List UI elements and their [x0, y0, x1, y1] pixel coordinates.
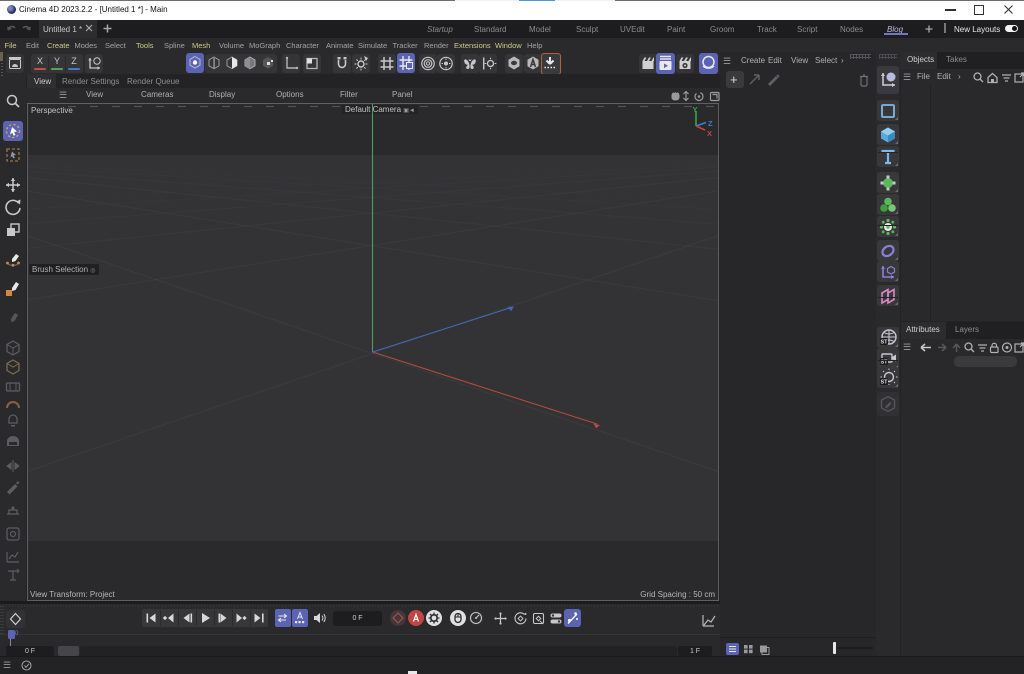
svg-text:ST: ST: [880, 380, 888, 386]
svg-text:ST: ST: [880, 340, 888, 346]
svg-text:Z: Z: [708, 119, 713, 128]
svg-text:X: X: [707, 129, 712, 138]
svg-text:Y: Y: [693, 105, 698, 114]
